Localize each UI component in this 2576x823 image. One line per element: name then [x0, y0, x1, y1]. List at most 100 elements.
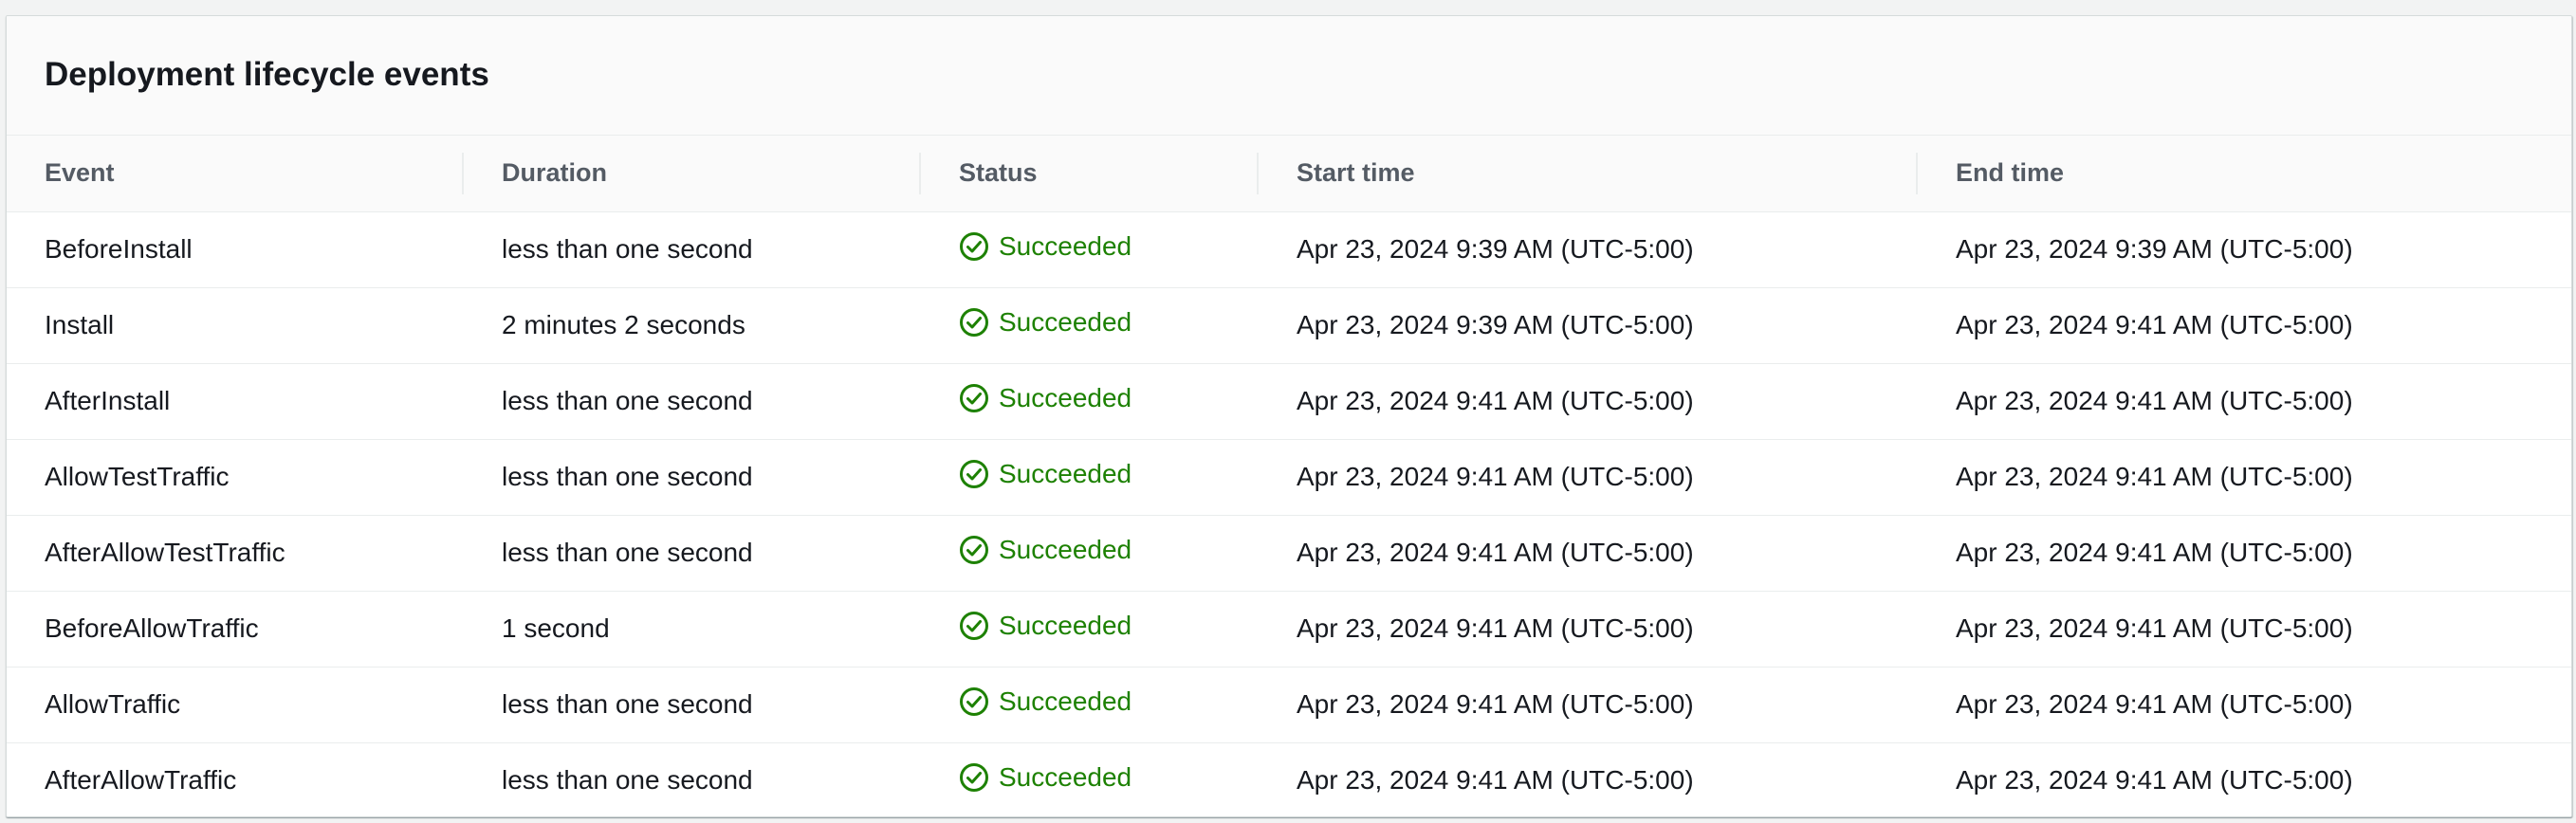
lifecycle-events-table: Event Duration Status Start time End tim…	[7, 136, 2571, 816]
cell-event: AllowTestTraffic	[7, 439, 464, 515]
status-label: Succeeded	[999, 458, 1132, 488]
column-header-end-time[interactable]: End time	[1918, 136, 2571, 211]
cell-status: Succeeded	[921, 287, 1259, 363]
table-row: Install 2 minutes 2 seconds Succeeded Ap…	[7, 287, 2571, 363]
cell-duration: less than one second	[464, 515, 921, 591]
cell-duration: 2 minutes 2 seconds	[464, 287, 921, 363]
column-header-status[interactable]: Status	[921, 136, 1259, 211]
cell-duration: 1 second	[464, 591, 921, 667]
column-header-event[interactable]: Event	[7, 136, 464, 211]
cell-duration: less than one second	[464, 363, 921, 439]
cell-start-time: Apr 23, 2024 9:41 AM (UTC-5:00)	[1259, 667, 1918, 742]
cell-event: AllowTraffic	[7, 667, 464, 742]
cell-event: AfterAllowTraffic	[7, 742, 464, 816]
event-name: AfterAllowTraffic	[45, 765, 237, 796]
duration-value: less than one second	[502, 538, 753, 567]
check-circle-icon	[960, 231, 988, 261]
end-time-value: Apr 23, 2024 9:41 AM (UTC-5:00)	[1956, 310, 2353, 339]
cell-event: Install	[7, 287, 464, 363]
duration-value: less than one second	[502, 234, 753, 264]
status-indicator: Succeeded	[959, 686, 1132, 717]
event-name: Install	[45, 310, 115, 339]
duration-value: less than one second	[502, 765, 753, 796]
column-header-duration[interactable]: Duration	[464, 136, 921, 211]
end-time-value: Apr 23, 2024 9:41 AM (UTC-5:00)	[1956, 765, 2353, 796]
status-indicator: Succeeded	[959, 535, 1132, 565]
start-time-value: Apr 23, 2024 9:39 AM (UTC-5:00)	[1297, 310, 1694, 339]
column-header-label: Status	[959, 158, 1038, 188]
deployment-lifecycle-events-panel: Deployment lifecycle events Event Durati…	[6, 15, 2572, 817]
table-row: AfterAllowTestTraffic less than one seco…	[7, 515, 2571, 591]
status-label: Succeeded	[999, 230, 1132, 261]
cell-event: BeforeAllowTraffic	[7, 591, 464, 667]
start-time-value: Apr 23, 2024 9:41 AM (UTC-5:00)	[1297, 765, 1694, 796]
table-row: BeforeAllowTraffic 1 second Succeeded Ap…	[7, 591, 2571, 667]
event-name: BeforeInstall	[45, 234, 193, 264]
cell-duration: less than one second	[464, 439, 921, 515]
start-time-value: Apr 23, 2024 9:41 AM (UTC-5:00)	[1297, 386, 1694, 415]
duration-value: 1 second	[502, 613, 610, 643]
cell-status: Succeeded	[921, 439, 1259, 515]
event-name: AllowTraffic	[45, 689, 181, 719]
cell-status: Succeeded	[921, 667, 1259, 742]
table-row: AllowTestTraffic less than one second Su…	[7, 439, 2571, 515]
column-header-label: Event	[45, 158, 115, 188]
start-time-value: Apr 23, 2024 9:41 AM (UTC-5:00)	[1297, 689, 1694, 719]
end-time-value: Apr 23, 2024 9:41 AM (UTC-5:00)	[1956, 538, 2353, 567]
start-time-value: Apr 23, 2024 9:41 AM (UTC-5:00)	[1297, 538, 1694, 567]
column-header-start-time[interactable]: Start time	[1259, 136, 1918, 211]
duration-value: less than one second	[502, 386, 753, 415]
end-time-value: Apr 23, 2024 9:39 AM (UTC-5:00)	[1956, 234, 2353, 264]
cell-start-time: Apr 23, 2024 9:41 AM (UTC-5:00)	[1259, 591, 1918, 667]
cell-duration: less than one second	[464, 742, 921, 816]
check-circle-icon	[960, 686, 988, 716]
cell-start-time: Apr 23, 2024 9:41 AM (UTC-5:00)	[1259, 742, 1918, 816]
cell-end-time: Apr 23, 2024 9:41 AM (UTC-5:00)	[1918, 515, 2571, 591]
cell-end-time: Apr 23, 2024 9:41 AM (UTC-5:00)	[1918, 742, 2571, 816]
panel-header: Deployment lifecycle events	[7, 16, 2571, 136]
table-row: AfterInstall less than one second Succee…	[7, 363, 2571, 439]
status-indicator: Succeeded	[959, 307, 1132, 338]
cell-start-time: Apr 23, 2024 9:39 AM (UTC-5:00)	[1259, 211, 1918, 287]
status-label: Succeeded	[999, 761, 1132, 792]
event-name: AllowTestTraffic	[45, 462, 230, 491]
check-circle-icon	[960, 611, 988, 640]
cell-start-time: Apr 23, 2024 9:39 AM (UTC-5:00)	[1259, 287, 1918, 363]
table-row: AfterAllowTraffic less than one second S…	[7, 742, 2571, 816]
table-row: BeforeInstall less than one second Succe…	[7, 211, 2571, 287]
status-indicator: Succeeded	[959, 383, 1132, 413]
status-label: Succeeded	[999, 382, 1132, 412]
cell-status: Succeeded	[921, 363, 1259, 439]
panel-title: Deployment lifecycle events	[45, 55, 489, 93]
event-name: AfterInstall	[45, 386, 171, 415]
check-circle-icon	[960, 535, 988, 564]
status-indicator: Succeeded	[959, 459, 1132, 489]
event-name: AfterAllowTestTraffic	[45, 538, 285, 567]
column-header-label: Duration	[502, 158, 607, 188]
table-row: AllowTraffic less than one second Succee…	[7, 667, 2571, 742]
check-circle-icon	[960, 459, 988, 488]
end-time-value: Apr 23, 2024 9:41 AM (UTC-5:00)	[1956, 386, 2353, 415]
end-time-value: Apr 23, 2024 9:41 AM (UTC-5:00)	[1956, 689, 2353, 719]
duration-value: 2 minutes 2 seconds	[502, 310, 745, 339]
start-time-value: Apr 23, 2024 9:39 AM (UTC-5:00)	[1297, 234, 1694, 264]
cell-end-time: Apr 23, 2024 9:41 AM (UTC-5:00)	[1918, 439, 2571, 515]
column-header-label: Start time	[1297, 158, 1415, 188]
cell-start-time: Apr 23, 2024 9:41 AM (UTC-5:00)	[1259, 439, 1918, 515]
start-time-value: Apr 23, 2024 9:41 AM (UTC-5:00)	[1297, 462, 1694, 491]
cell-end-time: Apr 23, 2024 9:41 AM (UTC-5:00)	[1918, 667, 2571, 742]
status-indicator: Succeeded	[959, 762, 1132, 793]
cell-event: BeforeInstall	[7, 211, 464, 287]
status-indicator: Succeeded	[959, 231, 1132, 262]
check-circle-icon	[960, 383, 988, 412]
cell-start-time: Apr 23, 2024 9:41 AM (UTC-5:00)	[1259, 363, 1918, 439]
end-time-value: Apr 23, 2024 9:41 AM (UTC-5:00)	[1956, 462, 2353, 491]
cell-status: Succeeded	[921, 211, 1259, 287]
event-name: BeforeAllowTraffic	[45, 613, 259, 643]
cell-end-time: Apr 23, 2024 9:41 AM (UTC-5:00)	[1918, 591, 2571, 667]
cell-start-time: Apr 23, 2024 9:41 AM (UTC-5:00)	[1259, 515, 1918, 591]
start-time-value: Apr 23, 2024 9:41 AM (UTC-5:00)	[1297, 613, 1694, 643]
cell-duration: less than one second	[464, 211, 921, 287]
cell-status: Succeeded	[921, 742, 1259, 816]
cell-end-time: Apr 23, 2024 9:41 AM (UTC-5:00)	[1918, 363, 2571, 439]
